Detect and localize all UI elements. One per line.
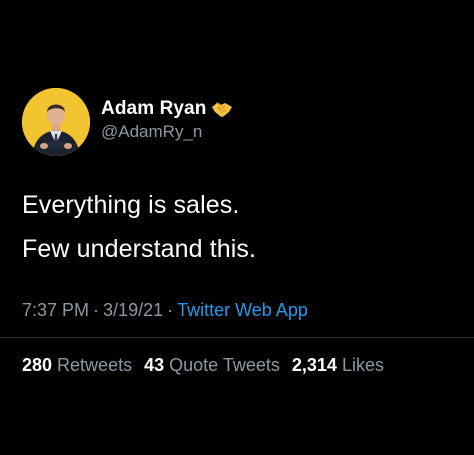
meta-separator: · (93, 300, 100, 320)
meta-separator-2: · (167, 300, 174, 320)
retweets-stat[interactable]: 280 Retweets (22, 355, 132, 375)
avatar-photo (22, 88, 90, 156)
tweet-source-link[interactable]: Twitter Web App (177, 300, 308, 320)
tweet-card: Adam Ryan @AdamRy_n Everything is sales.… (0, 0, 474, 455)
tweet-time[interactable]: 7:37 PM (22, 300, 89, 320)
quote-tweets-label: Quote Tweets (169, 355, 280, 375)
tweet-meta: 7:37 PM · 3/19/21 · Twitter Web App (22, 300, 308, 321)
retweets-count: 280 (22, 355, 53, 375)
likes-count: 2,314 (291, 355, 337, 375)
tweet-date[interactable]: 3/19/21 (103, 300, 163, 320)
likes-label: Likes (341, 355, 384, 375)
divider (0, 337, 474, 338)
quote-tweets-stat[interactable]: 43 Quote Tweets (144, 355, 280, 375)
quote-tweets-count: 43 (144, 355, 165, 375)
tweet-text-line-1: Everything is sales. (22, 191, 240, 219)
display-name[interactable]: Adam Ryan (101, 98, 206, 120)
avatar[interactable] (22, 88, 90, 156)
display-name-row: Adam Ryan (101, 98, 233, 120)
tweet-header: Adam Ryan @AdamRy_n (22, 88, 233, 156)
tweet-stats: 280 Retweets 43 Quote Tweets 2,314 Likes (22, 355, 391, 376)
author-handle[interactable]: @AdamRy_n (101, 122, 233, 142)
likes-stat[interactable]: 2,314 Likes (292, 355, 384, 375)
retweets-label: Retweets (57, 355, 133, 375)
tweet-text-line-2: Few understand this. (22, 235, 257, 263)
author-names: Adam Ryan @AdamRy_n (101, 98, 233, 142)
handshake-icon (211, 100, 233, 118)
